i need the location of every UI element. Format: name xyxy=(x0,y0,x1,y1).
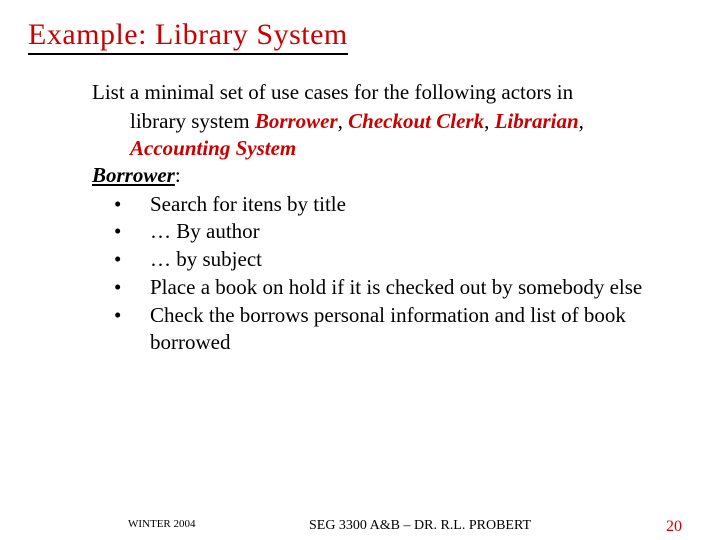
bullet-text: Check the borrows personal information a… xyxy=(150,302,652,356)
actor-accounting-system: Accounting System xyxy=(130,136,296,160)
bullet-icon: • xyxy=(114,218,150,245)
intro-line-2: library system Borrower, Checkout Clerk,… xyxy=(92,108,652,135)
sep: , xyxy=(338,109,349,133)
slide-content: List a minimal set of use cases for the … xyxy=(28,79,692,356)
list-item: • Check the borrows personal information… xyxy=(114,302,652,356)
intro-line-3: Accounting System xyxy=(92,135,652,162)
slide: Example: Library System List a minimal s… xyxy=(0,0,720,356)
bullet-text: … by subject xyxy=(150,246,652,273)
section-heading: Borrower: xyxy=(92,162,652,189)
actor-checkout-clerk: Checkout Clerk xyxy=(348,109,484,133)
list-item: • … By author xyxy=(114,218,652,245)
list-item: • Search for itens by title xyxy=(114,191,652,218)
sep: , xyxy=(484,109,495,133)
bullet-text: Place a book on hold if it is checked ou… xyxy=(150,274,652,301)
bullet-list: • Search for itens by title • … By autho… xyxy=(92,191,652,356)
bullet-icon: • xyxy=(114,246,150,273)
section-colon: : xyxy=(175,163,181,187)
intro-line-2-prefix: library system xyxy=(130,109,255,133)
bullet-text: … By author xyxy=(150,218,652,245)
bullet-icon: • xyxy=(114,191,150,218)
footer-page-number: 20 xyxy=(666,518,682,536)
list-item: • Place a book on hold if it is checked … xyxy=(114,274,652,301)
footer-center: SEG 3300 A&B – DR. R.L. PROBERT xyxy=(0,518,720,534)
bullet-icon: • xyxy=(114,302,150,329)
actor-borrower: Borrower xyxy=(255,109,338,133)
section-label: Borrower xyxy=(92,163,175,187)
slide-title: Example: Library System xyxy=(28,18,348,55)
actor-librarian: Librarian xyxy=(495,109,579,133)
sep: , xyxy=(579,109,584,133)
intro-line-1: List a minimal set of use cases for the … xyxy=(92,79,652,106)
list-item: • … by subject xyxy=(114,246,652,273)
bullet-icon: • xyxy=(114,274,150,301)
bullet-text: Search for itens by title xyxy=(150,191,652,218)
